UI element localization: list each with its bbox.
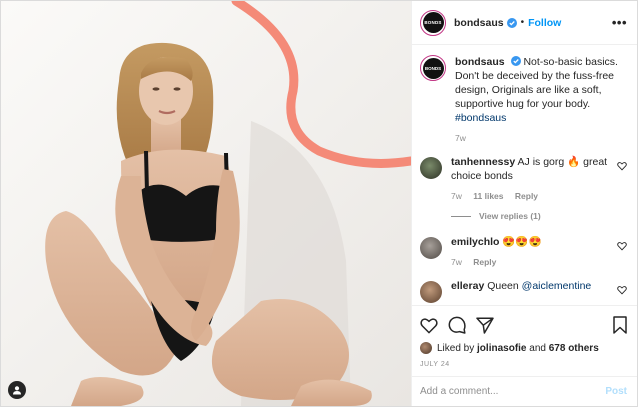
likes-others-link[interactable]: 678 others	[549, 343, 599, 354]
reply-button[interactable]: Reply	[515, 191, 538, 201]
view-replies-button[interactable]: View replies (1)	[451, 211, 627, 221]
brand-logo: BONDS	[422, 12, 444, 33]
comment-icon[interactable]	[448, 316, 466, 334]
like-comment-heart-icon[interactable]	[617, 285, 627, 295]
add-comment-bar: Post	[412, 376, 637, 406]
add-comment-input[interactable]	[420, 386, 606, 397]
post-actions: Liked by jolinasofie and 678 others JULY…	[412, 305, 637, 376]
post-comment-button[interactable]: Post	[605, 386, 627, 397]
comment-username[interactable]: tanhennessy	[451, 156, 515, 168]
post-header: BONDS bondsaus • Follow •••	[412, 1, 637, 45]
caption-time[interactable]: 7w	[455, 133, 466, 143]
reply-button[interactable]: Reply	[473, 257, 496, 267]
liked-by-and: and	[529, 342, 546, 354]
caption-avatar[interactable]: BONDS	[420, 55, 446, 81]
view-replies-label: View replies (1)	[479, 211, 541, 221]
caption-username[interactable]: bondsaus	[455, 56, 505, 68]
comment-item: elleray Queen @aiclementine	[420, 279, 627, 303]
separator-dot: •	[520, 17, 525, 28]
bookmark-icon[interactable]	[613, 316, 627, 334]
follow-button[interactable]: Follow	[528, 17, 561, 29]
like-heart-icon[interactable]	[420, 317, 438, 334]
post-side-panel: BONDS bondsaus • Follow ••• BONDS bondsa…	[411, 1, 637, 406]
comment-time[interactable]: 7w	[451, 191, 462, 201]
liker-avatar[interactable]	[420, 342, 432, 354]
liker-username[interactable]: jolinasofie	[477, 343, 526, 354]
comment-item: tanhennessy AJ is gorg 🔥 great choice bo…	[420, 155, 627, 203]
brand-logo: BONDS	[422, 57, 444, 79]
author-username[interactable]: bondsaus	[454, 17, 504, 29]
comment-time[interactable]: 7w	[451, 257, 462, 267]
user-icon	[13, 386, 21, 395]
caption-hashtag[interactable]: #bondsaus	[455, 112, 506, 124]
author-avatar[interactable]: BONDS	[420, 9, 446, 36]
post-date[interactable]: JULY 24	[420, 361, 627, 368]
instagram-post: BONDS bondsaus • Follow ••• BONDS bondsa…	[0, 0, 638, 407]
like-comment-heart-icon[interactable]	[617, 241, 627, 251]
likes-summary: Liked by jolinasofie and 678 others	[420, 342, 627, 354]
comment-username[interactable]: elleray	[451, 280, 484, 292]
verified-badge-icon	[510, 56, 521, 66]
caption: BONDS bondsaus Not-so-basic basics. Don'…	[420, 55, 627, 145]
comment-likes[interactable]: 11 likes	[473, 191, 503, 201]
comment-mention[interactable]: @aiclementine	[522, 280, 592, 292]
comment-text: 😍😍😍	[502, 236, 542, 248]
comment-text: Queen	[487, 280, 519, 292]
replies-divider	[451, 215, 471, 217]
comment-username[interactable]: emilychlo	[451, 236, 499, 248]
liked-by-prefix: Liked by	[437, 342, 475, 354]
like-comment-heart-icon[interactable]	[617, 161, 627, 171]
post-photo[interactable]	[1, 1, 411, 406]
share-icon[interactable]	[476, 316, 494, 334]
commenter-avatar[interactable]	[420, 237, 442, 259]
commenter-avatar[interactable]	[420, 281, 442, 303]
verified-badge-icon	[506, 17, 517, 28]
comments-list[interactable]: BONDS bondsaus Not-so-basic basics. Don'…	[412, 45, 637, 305]
tagged-user-button[interactable]	[8, 381, 26, 399]
comment-item: emilychlo 😍😍😍 7w Reply	[420, 235, 627, 269]
more-options-icon[interactable]: •••	[612, 15, 627, 30]
commenter-avatar[interactable]	[420, 157, 442, 179]
photo-illustration	[1, 1, 411, 406]
